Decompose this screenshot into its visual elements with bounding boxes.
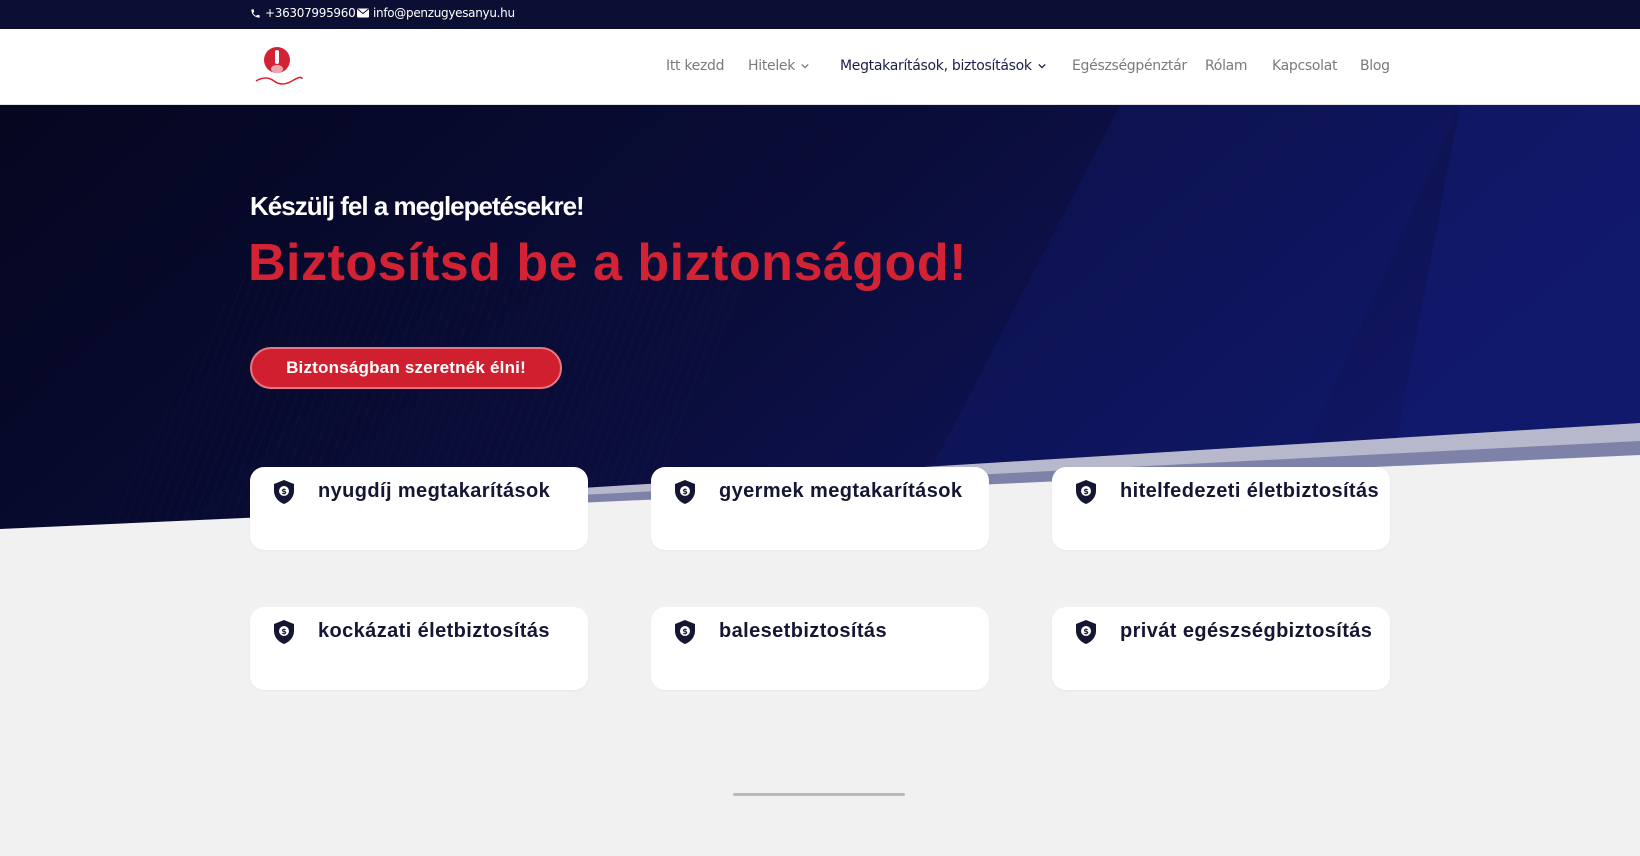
hero-eyebrow: Készülj fel a meglepetésekre! bbox=[250, 191, 585, 221]
nav-label: Megtakarítások, biztosítások bbox=[840, 58, 1032, 74]
email-address: info@penzugyesanyu.hu bbox=[373, 6, 515, 20]
service-card-baleset[interactable]: $ balesetbiztosítás bbox=[651, 607, 989, 690]
shield-dollar-icon: $ bbox=[675, 480, 695, 504]
hero-background bbox=[0, 105, 1640, 529]
shield-dollar-icon: $ bbox=[1076, 620, 1096, 644]
service-card-kockazati[interactable]: $ kockázati életbiztosítás bbox=[250, 607, 588, 690]
shield-dollar-icon: $ bbox=[274, 480, 294, 504]
shield-dollar-icon: $ bbox=[675, 620, 695, 644]
svg-text:$: $ bbox=[1083, 627, 1089, 636]
email-contact[interactable]: info@penzugyesanyu.hu bbox=[357, 6, 515, 20]
service-card-gyermek[interactable]: $ gyermek megtakarítások bbox=[651, 467, 989, 550]
site-header: Itt kezdd Hitelek Megtakarítások, biztos… bbox=[0, 29, 1640, 105]
nav-itt-kezdd[interactable]: Itt kezdd bbox=[666, 58, 725, 74]
nav-megtakaritasok-biztositasok[interactable]: Megtakarítások, biztosítások bbox=[840, 58, 1046, 74]
nav-label: Itt kezdd bbox=[666, 58, 725, 74]
hero-cta-button[interactable]: Biztonságban szeretnék élni! bbox=[250, 347, 562, 389]
phone-icon bbox=[251, 8, 260, 18]
hero-section: Készülj fel a meglepetésekre! Biztosítsd… bbox=[0, 105, 1640, 529]
card-label: kockázati életbiztosítás bbox=[318, 620, 550, 642]
card-label: gyermek megtakarítások bbox=[719, 480, 963, 502]
nav-label: Egészségpénztár bbox=[1072, 58, 1187, 74]
card-label: privát egészségbiztosítás bbox=[1120, 620, 1373, 642]
nav-hitelek[interactable]: Hitelek bbox=[748, 58, 809, 74]
svg-text:$: $ bbox=[281, 627, 287, 636]
nav-egeszsegpenztar[interactable]: Egészségpénztár bbox=[1072, 58, 1187, 74]
nav-blog[interactable]: Blog bbox=[1360, 58, 1390, 74]
service-card-nyugdij[interactable]: $ nyugdíj megtakarítások bbox=[250, 467, 588, 550]
nav-rolam[interactable]: Rólam bbox=[1205, 58, 1248, 74]
envelope-icon bbox=[357, 8, 369, 18]
site-logo[interactable] bbox=[252, 45, 304, 89]
card-label: nyugdíj megtakarítások bbox=[318, 480, 551, 502]
nav-label: Hitelek bbox=[748, 58, 796, 74]
nav-label: Blog bbox=[1360, 58, 1390, 74]
service-card-hitelfedezeti[interactable]: $ hitelfedezeti életbiztosítás bbox=[1052, 467, 1390, 550]
svg-text:$: $ bbox=[682, 487, 688, 496]
shield-dollar-icon: $ bbox=[274, 620, 294, 644]
phone-contact[interactable]: +36307995960 bbox=[250, 6, 356, 20]
chevron-down-icon bbox=[801, 63, 809, 69]
card-label: balesetbiztosítás bbox=[719, 620, 887, 642]
chevron-down-icon bbox=[1038, 63, 1046, 69]
section-divider bbox=[733, 793, 905, 796]
nav-label: Kapcsolat bbox=[1272, 58, 1338, 74]
nav-label: Rólam bbox=[1205, 58, 1248, 74]
phone-number: +36307995960 bbox=[265, 6, 356, 20]
svg-text:$: $ bbox=[1083, 487, 1089, 496]
service-card-privat-egeszseg[interactable]: $ privát egészségbiztosítás bbox=[1052, 607, 1390, 690]
card-label: hitelfedezeti életbiztosítás bbox=[1120, 480, 1380, 502]
svg-text:$: $ bbox=[281, 487, 287, 496]
shield-dollar-icon: $ bbox=[1076, 480, 1096, 504]
top-contact-bar: +36307995960 info@penzugyesanyu.hu bbox=[0, 0, 1640, 29]
red-bottle-logo-icon bbox=[255, 47, 303, 85]
svg-text:$: $ bbox=[682, 627, 688, 636]
nav-kapcsolat[interactable]: Kapcsolat bbox=[1272, 58, 1338, 74]
hero-headline: Biztosítsd be a biztonságod! bbox=[248, 234, 967, 292]
